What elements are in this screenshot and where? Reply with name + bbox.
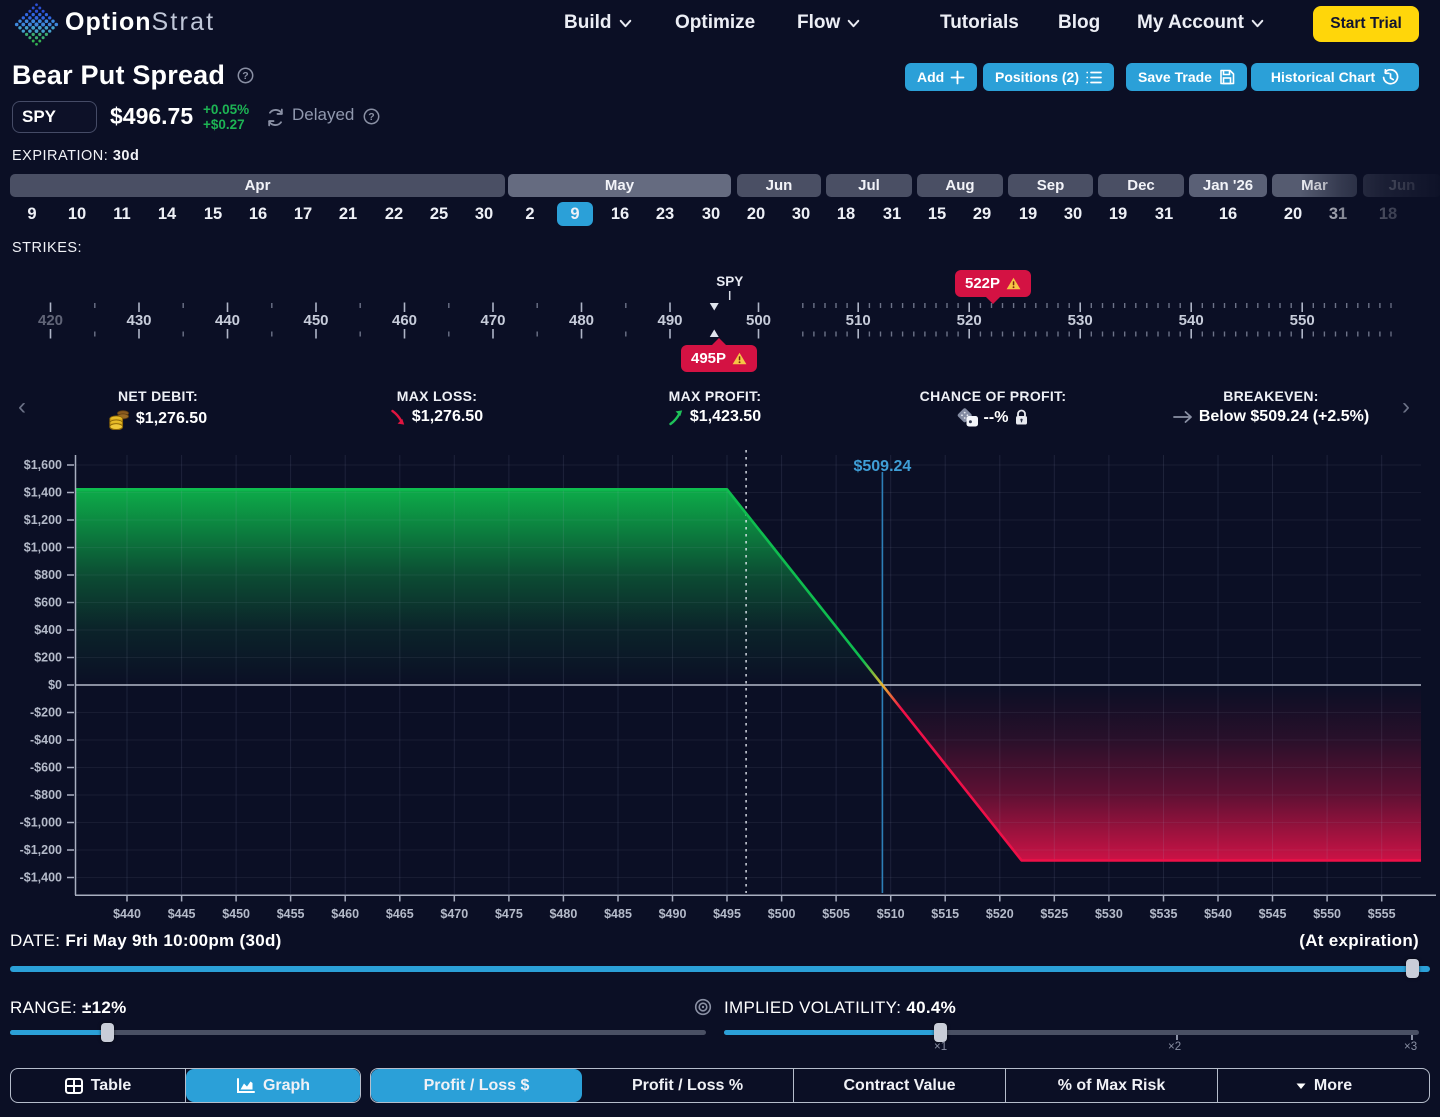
svg-text:520: 520 (957, 312, 982, 329)
svg-text:$0: $0 (48, 678, 62, 692)
svg-text:550: 550 (1290, 312, 1315, 329)
svg-text:$525: $525 (1040, 907, 1068, 921)
svg-text:$515: $515 (931, 907, 959, 921)
svg-text:$1,200: $1,200 (24, 513, 62, 527)
svg-text:$505: $505 (822, 907, 850, 921)
svg-text:SPY: SPY (716, 274, 743, 289)
svg-text:$600: $600 (34, 596, 62, 610)
svg-text:$475: $475 (495, 907, 523, 921)
svg-text:450: 450 (303, 312, 328, 329)
svg-text:-$1,000: -$1,000 (20, 816, 62, 830)
svg-text:-$400: -$400 (30, 733, 62, 747)
svg-text:420: 420 (38, 312, 63, 329)
svg-text:$440: $440 (113, 907, 141, 921)
svg-text:530: 530 (1068, 312, 1093, 329)
svg-text:$400: $400 (34, 623, 62, 637)
svg-text:-$200: -$200 (30, 706, 62, 720)
svg-text:540: 540 (1179, 312, 1204, 329)
svg-text:$1,000: $1,000 (24, 541, 62, 555)
svg-text:500: 500 (746, 312, 771, 329)
svg-text:$495: $495 (713, 907, 741, 921)
svg-text:?: ? (242, 70, 248, 82)
svg-text:460: 460 (392, 312, 417, 329)
svg-text:$485: $485 (604, 907, 632, 921)
svg-text:$535: $535 (1150, 907, 1178, 921)
svg-text:$490: $490 (659, 907, 687, 921)
svg-text:$550: $550 (1313, 907, 1341, 921)
svg-text:?: ? (368, 111, 374, 123)
svg-text:$465: $465 (386, 907, 414, 921)
svg-text:$200: $200 (34, 651, 62, 665)
svg-text:$1,400: $1,400 (24, 486, 62, 500)
svg-text:490: 490 (657, 312, 682, 329)
svg-text:$510: $510 (877, 907, 905, 921)
svg-text:$480: $480 (549, 907, 577, 921)
svg-text:$455: $455 (277, 907, 305, 921)
svg-text:-$600: -$600 (30, 761, 62, 775)
svg-text:-$800: -$800 (30, 788, 62, 802)
svg-text:$520: $520 (986, 907, 1014, 921)
svg-text:-$1,200: -$1,200 (20, 843, 62, 857)
svg-text:470: 470 (480, 312, 505, 329)
svg-text:$555: $555 (1368, 907, 1396, 921)
svg-text:$500: $500 (768, 907, 796, 921)
svg-text:480: 480 (569, 312, 594, 329)
svg-text:$509.24: $509.24 (853, 458, 911, 475)
svg-text:$540: $540 (1204, 907, 1232, 921)
svg-text:$530: $530 (1095, 907, 1123, 921)
svg-text:-$1,400: -$1,400 (20, 871, 62, 885)
svg-text:$445: $445 (168, 907, 196, 921)
svg-text:$460: $460 (331, 907, 359, 921)
svg-text:$1,600: $1,600 (24, 458, 62, 472)
svg-text:430: 430 (126, 312, 151, 329)
svg-text:$545: $545 (1259, 907, 1287, 921)
svg-text:$450: $450 (222, 907, 250, 921)
svg-text:$470: $470 (440, 907, 468, 921)
svg-text:440: 440 (215, 312, 240, 329)
svg-text:510: 510 (846, 312, 871, 329)
svg-text:$800: $800 (34, 568, 62, 582)
